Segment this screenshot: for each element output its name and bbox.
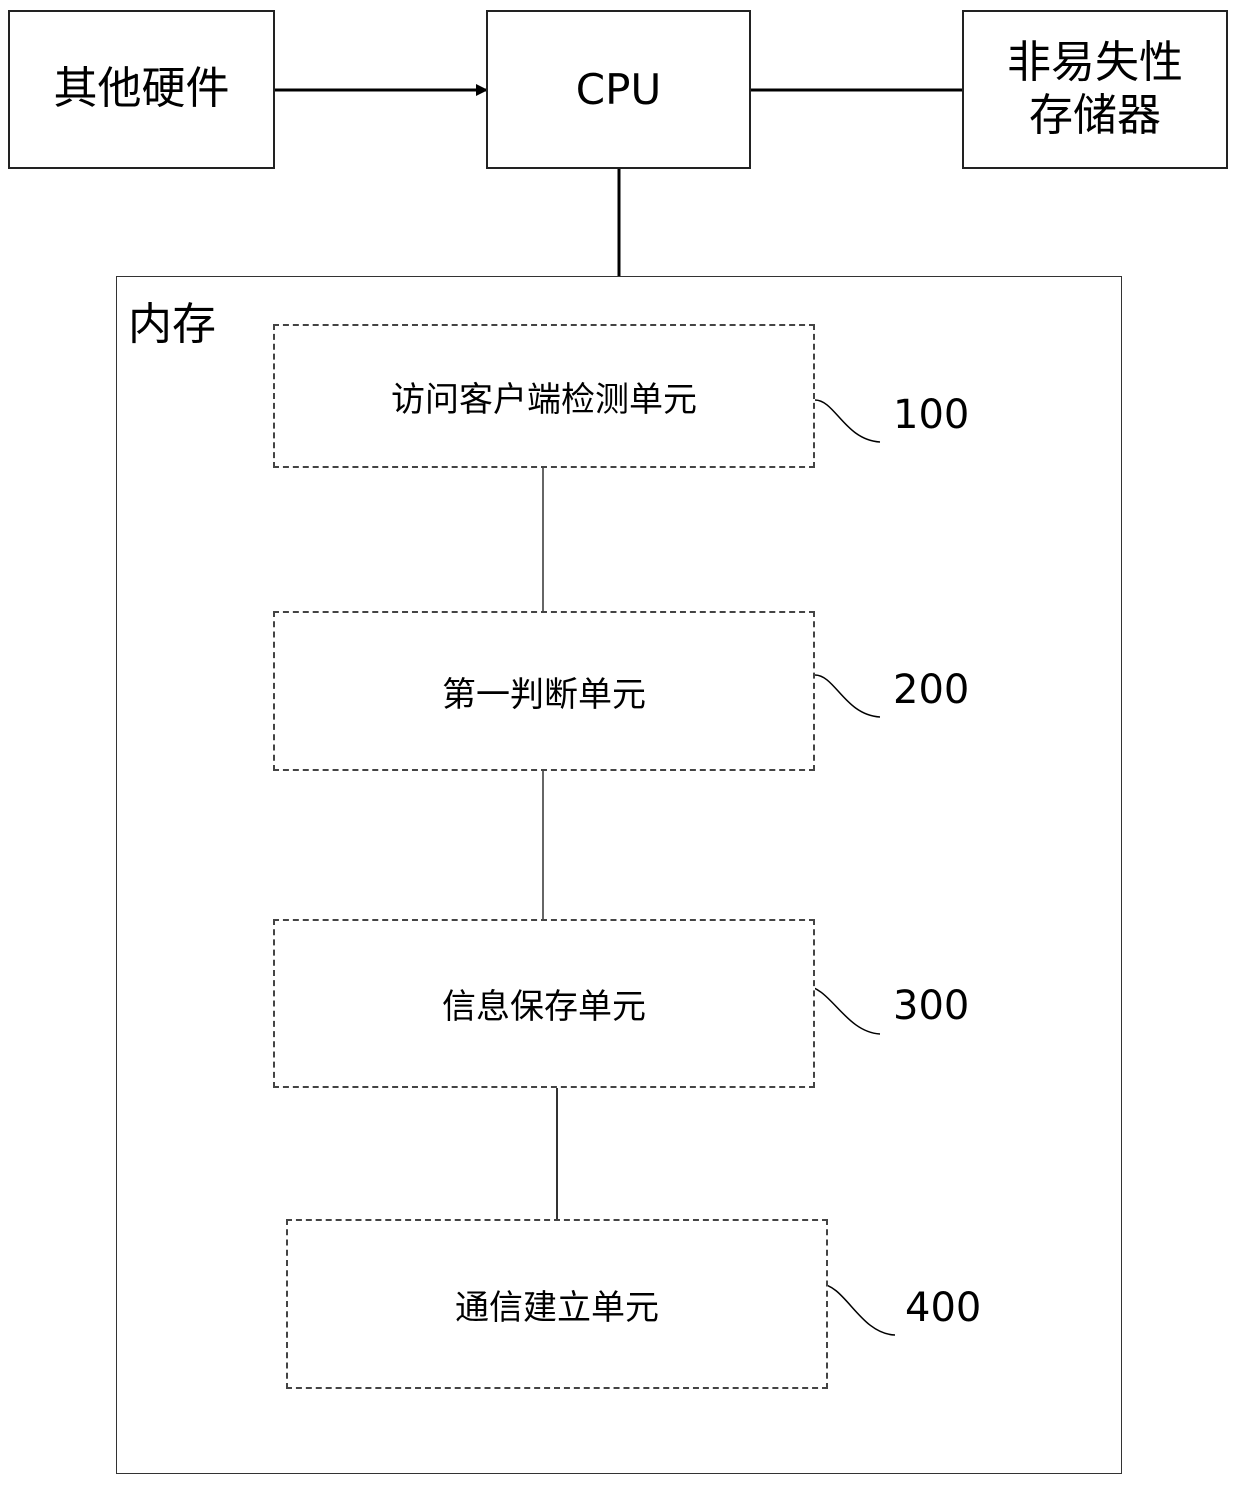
nonvolatile-storage-label-line2: 存储器 bbox=[1029, 89, 1161, 141]
unit-label-300: 信息保存单元 bbox=[442, 987, 646, 1027]
unit-label-400: 通信建立单元 bbox=[455, 1287, 659, 1328]
other-hardware-label: 其他硬件 bbox=[53, 63, 230, 115]
cpu-label: CPU bbox=[575, 65, 662, 114]
unit-box-100: 访问客户端检测单元 bbox=[273, 324, 815, 468]
memory-label: 内存 bbox=[128, 299, 216, 350]
unit-box-400: 通信建立单元 bbox=[286, 1219, 828, 1389]
other-hardware-box: 其他硬件 bbox=[8, 10, 275, 169]
nonvolatile-storage-label-line1: 非易失性 bbox=[1007, 36, 1183, 88]
unit-box-200: 第一判断单元 bbox=[273, 611, 815, 771]
ref-number-400: 400 bbox=[905, 1285, 982, 1331]
unit-box-300: 信息保存单元 bbox=[273, 919, 815, 1088]
ref-number-300: 300 bbox=[893, 983, 970, 1029]
ref-number-200: 200 bbox=[893, 667, 970, 713]
cpu-box: CPU bbox=[486, 10, 751, 169]
nonvolatile-storage-box: 非易失性 存储器 bbox=[962, 10, 1228, 169]
unit-label-100: 访问客户端检测单元 bbox=[391, 379, 697, 420]
ref-number-100: 100 bbox=[893, 392, 970, 438]
unit-label-200: 第一判断单元 bbox=[442, 674, 646, 715]
